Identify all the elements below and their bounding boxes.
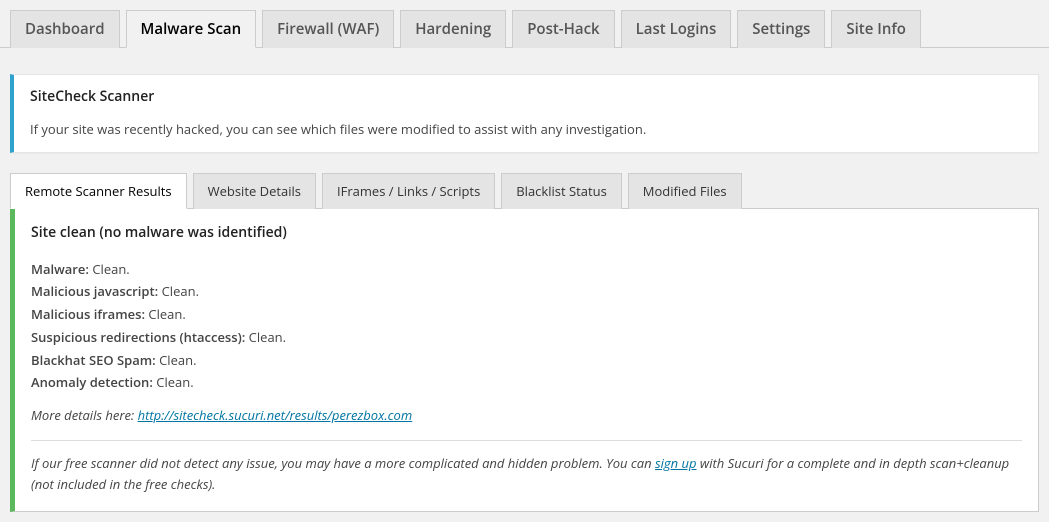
check-value: Clean.: [156, 373, 193, 391]
tab-hardening[interactable]: Hardening: [400, 10, 506, 48]
check-value: Clean.: [249, 328, 286, 346]
info-panel-body: If your site was recently hacked, you ca…: [30, 120, 1022, 140]
tab-malware-scan[interactable]: Malware Scan: [126, 10, 257, 48]
results-heading: Site clean (no malware was identified): [31, 223, 1022, 242]
more-details: More details here: http://sitecheck.sucu…: [31, 406, 1022, 424]
tab-settings[interactable]: Settings: [737, 10, 825, 48]
check-suspicious-redirections: Suspicious redirections (htaccess): Clea…: [31, 326, 1022, 349]
footer-note-before: If our free scanner did not detect any i…: [31, 454, 655, 472]
check-label: Malware:: [31, 260, 89, 278]
tab-dashboard[interactable]: Dashboard: [10, 10, 120, 48]
check-value: Clean.: [162, 282, 199, 300]
more-details-link[interactable]: http://sitecheck.sucuri.net/results/pere…: [138, 406, 413, 424]
info-panel-title: SiteCheck Scanner: [30, 87, 1022, 106]
check-label: Malicious iframes:: [31, 305, 145, 323]
check-malicious-js: Malicious javascript: Clean.: [31, 280, 1022, 303]
tab-site-info[interactable]: Site Info: [831, 10, 921, 48]
more-details-prefix: More details here:: [31, 406, 138, 424]
check-malware: Malware: Clean.: [31, 258, 1022, 281]
subtab-modified-files[interactable]: Modified Files: [628, 173, 742, 209]
tab-firewall[interactable]: Firewall (WAF): [262, 10, 394, 48]
footer-note: If our free scanner did not detect any i…: [31, 453, 1022, 495]
check-anomaly-detection: Anomaly detection: Clean.: [31, 371, 1022, 394]
info-panel-sitecheck: SiteCheck Scanner If your site was recen…: [10, 74, 1039, 153]
check-value: Clean.: [159, 351, 196, 369]
subtab-remote-scanner-results[interactable]: Remote Scanner Results: [10, 173, 187, 209]
check-label: Blackhat SEO Spam:: [31, 351, 156, 369]
signup-link[interactable]: sign up: [655, 454, 697, 472]
check-value: Clean.: [92, 260, 129, 278]
subtab-website-details[interactable]: Website Details: [193, 173, 316, 209]
check-label: Malicious javascript:: [31, 282, 158, 300]
results-sub-tabs: Remote Scanner Results Website Details I…: [10, 173, 1039, 208]
main-nav-tabs: Dashboard Malware Scan Firewall (WAF) Ha…: [0, 0, 1049, 48]
results-panel: Site clean (no malware was identified) M…: [10, 208, 1039, 512]
check-label: Suspicious redirections (htaccess):: [31, 328, 245, 346]
check-malicious-iframes: Malicious iframes: Clean.: [31, 303, 1022, 326]
separator: [31, 440, 1022, 441]
check-label: Anomaly detection:: [31, 373, 153, 391]
tab-post-hack[interactable]: Post-Hack: [512, 10, 614, 48]
content-area: SiteCheck Scanner If your site was recen…: [0, 48, 1049, 522]
subtab-iframes-links-scripts[interactable]: IFrames / Links / Scripts: [322, 173, 495, 209]
subtab-blacklist-status[interactable]: Blacklist Status: [501, 173, 622, 209]
check-blackhat-seo: Blackhat SEO Spam: Clean.: [31, 349, 1022, 372]
tab-last-logins[interactable]: Last Logins: [621, 10, 732, 48]
check-value: Clean.: [148, 305, 185, 323]
